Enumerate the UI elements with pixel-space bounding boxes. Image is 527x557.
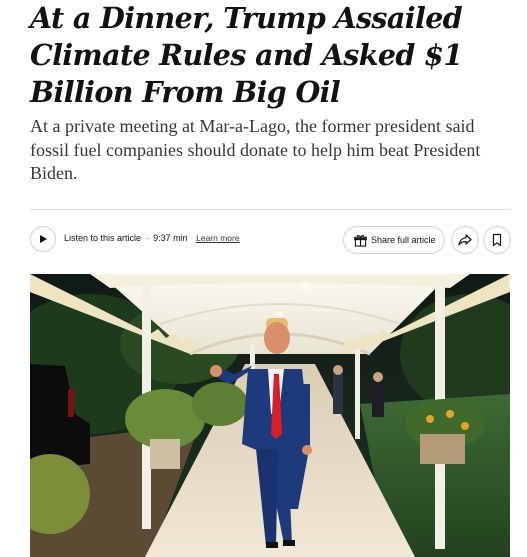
bookmark-button[interactable]: [483, 226, 511, 254]
article-summary: At a private meeting at Mar-a-Lago, the …: [30, 116, 481, 183]
share-full-article-button[interactable]: Share full article: [343, 226, 445, 254]
article-toolbar: Listen to this article · 9:37 min Learn …: [30, 226, 511, 254]
play-icon: [40, 235, 47, 243]
listen-label: Listen to this article: [64, 233, 142, 243]
play-audio-button[interactable]: [30, 226, 56, 252]
article-photo: [30, 274, 510, 557]
gift-icon: [354, 234, 367, 247]
share-button[interactable]: [451, 226, 479, 254]
divider: [30, 209, 510, 210]
learn-more-link[interactable]: Learn more: [196, 233, 239, 243]
listen-separator: ·: [145, 233, 149, 243]
bookmark-icon: [492, 233, 502, 247]
listen-info: Listen to this article · 9:37 min Learn …: [64, 233, 240, 243]
share-arrow-icon: [458, 234, 472, 246]
article-headline: At a Dinner, Trump Assailed Climate Rule…: [30, 1, 463, 109]
listen-duration: 9:37 min: [153, 233, 188, 243]
share-full-article-label: Share full article: [371, 235, 436, 245]
